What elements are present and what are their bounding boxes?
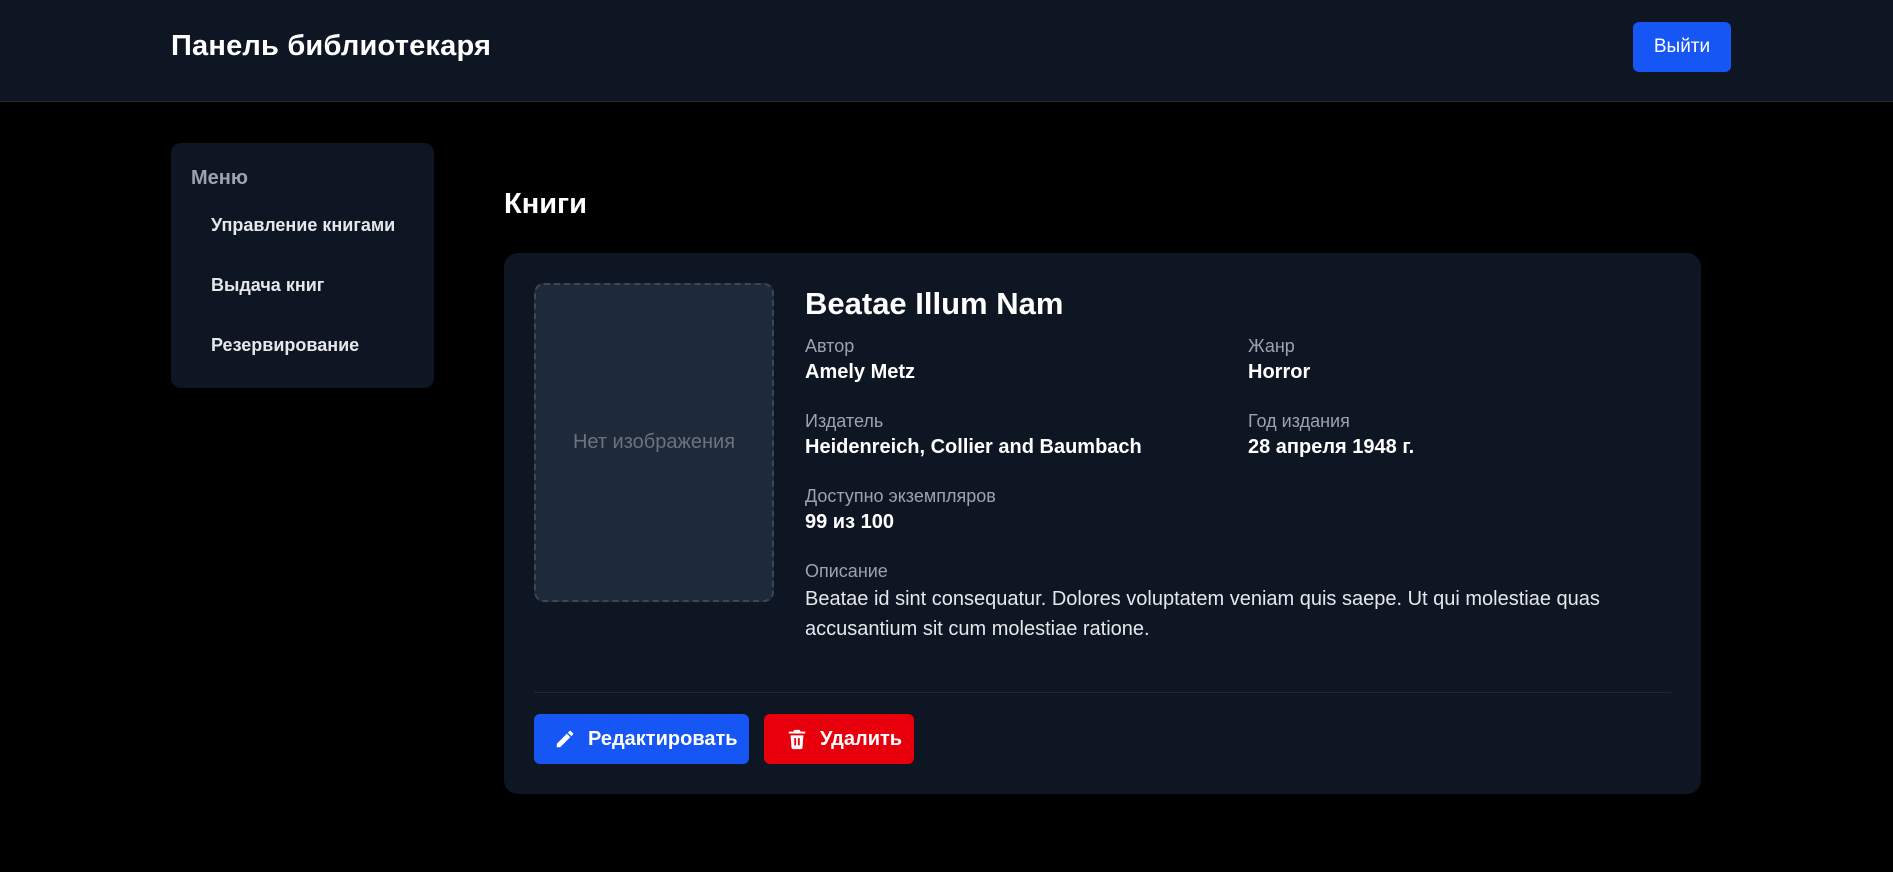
publisher-value: Heidenreich, Collier and Baumbach [805,436,1142,458]
trash-icon [788,729,806,750]
book-title: Beatae Illum Nam [805,286,1064,321]
sidebar-item-manage-books[interactable]: Управление книгами [211,215,395,236]
edit-button[interactable]: Редактировать [534,714,749,764]
logout-button[interactable]: Выйти [1633,22,1731,72]
year-label: Год издания [1248,411,1350,431]
cover-placeholder-text: Нет изображения [572,431,736,453]
sidebar: Меню Управление книгами Выдача книг Резе… [171,143,434,388]
description-value: Beatae id sint consequatur. Dolores volu… [805,588,1600,640]
sidebar-title: Меню [191,167,248,189]
page-title: Книги [504,188,587,220]
year-value: 28 апреля 1948 г. [1248,436,1415,458]
delete-button-label: Удалить [820,727,903,750]
author-label: Автор [805,336,855,356]
genre-value: Horror [1248,361,1311,383]
genre-label: Жанр [1248,336,1295,356]
book-card: Нет изображения Beatae Illum Nam Автор A… [504,253,1701,794]
app-title: Панель библиотекаря [171,30,492,62]
description-label: Описание [805,561,888,581]
author-value: Amely Metz [805,361,916,383]
edit-button-label: Редактировать [588,727,738,750]
publisher-label: Издатель [805,411,884,431]
available-copies-label: Доступно экземпляров [805,486,996,506]
sidebar-item-reservations[interactable]: Резервирование [211,335,359,356]
available-copies-value: 99 из 100 [805,511,894,533]
book-cover-placeholder: Нет изображения [534,283,774,602]
pencil-icon [556,730,574,748]
delete-button[interactable]: Удалить [764,714,914,764]
divider [534,692,1671,693]
top-bar: Панель библиотекаря Выйти [0,0,1893,102]
sidebar-item-book-loans[interactable]: Выдача книг [211,275,324,296]
